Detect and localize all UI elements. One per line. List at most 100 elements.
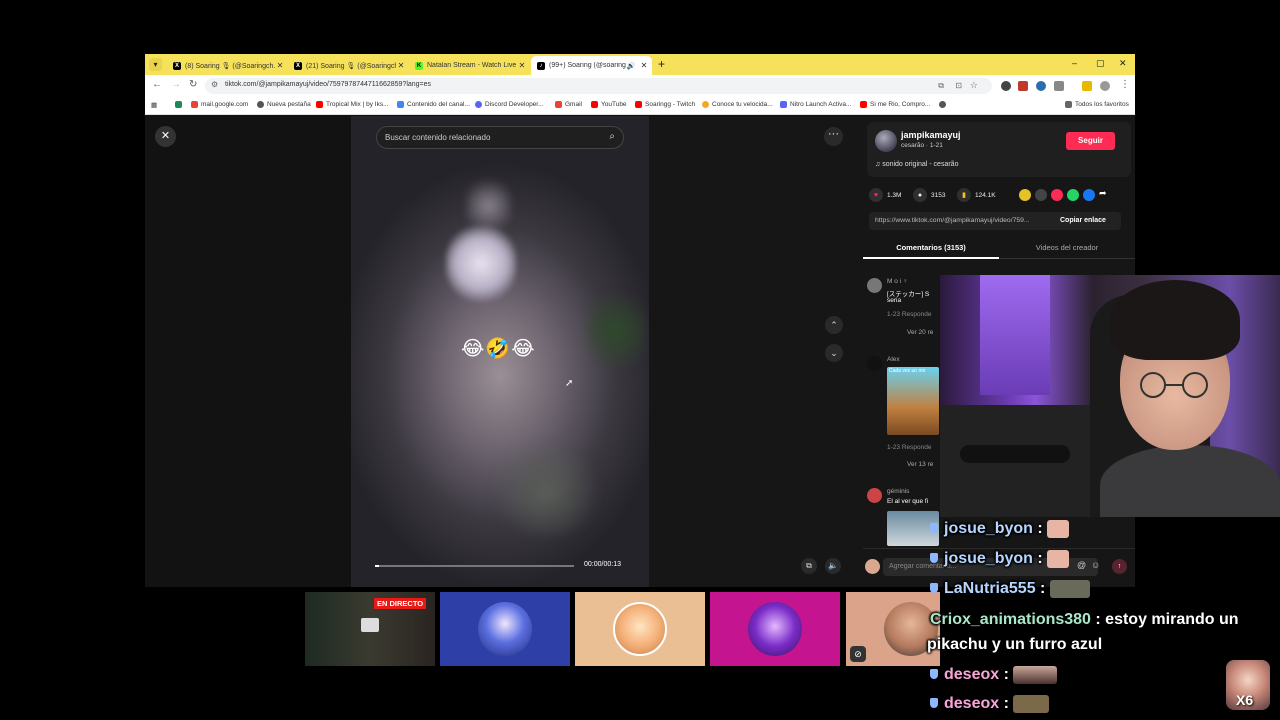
bookmark-item[interactable]: Soaringg - Twitch xyxy=(635,101,695,108)
bookmark-label: Si me Rio, Compro... xyxy=(870,101,931,108)
follow-button[interactable]: Seguir xyxy=(1066,132,1115,150)
bookmark-item[interactable]: YouTube xyxy=(591,101,627,108)
bookmark-icon: ▮ xyxy=(957,188,971,202)
comment-meta[interactable]: 1-23 Responde xyxy=(887,444,931,451)
floating-player-icon[interactable]: ⧉ xyxy=(801,558,817,574)
tab-creator-videos[interactable]: Videos del creador xyxy=(999,237,1135,259)
commenter-avatar[interactable] xyxy=(867,356,882,371)
comment-button[interactable]: ● 3153 xyxy=(913,188,945,202)
video-link: https://www.tiktok.com/@jampikamayuj/vid… xyxy=(875,217,1030,224)
comment-username[interactable]: Alex xyxy=(887,356,900,363)
mouse-cursor-icon: ➚ xyxy=(565,378,574,389)
browser-tab[interactable]: X (8) Soaring 🎙 (@Soaringch... ✕ xyxy=(167,56,288,75)
muted-icon[interactable]: ⊘ xyxy=(850,646,866,662)
extension-icon[interactable] xyxy=(1001,81,1011,91)
menu-dots-icon[interactable]: ⋮ xyxy=(1120,79,1130,90)
close-window-icon[interactable]: ✕ xyxy=(1119,58,1127,69)
maximize-icon[interactable]: ▢ xyxy=(1096,58,1105,69)
share-coin-icon[interactable] xyxy=(1019,189,1031,201)
bookmark-item[interactable]: mail.google.com xyxy=(191,101,248,108)
extension-icon[interactable] xyxy=(1036,81,1046,91)
video-progress-bar[interactable] xyxy=(375,565,574,567)
bookmark-item[interactable] xyxy=(175,101,185,108)
bookmark-label: Todos los favoritos xyxy=(1075,101,1129,108)
anime-character-avatar xyxy=(613,602,667,656)
bookmark-item[interactable]: Nueva pestaña xyxy=(257,101,311,108)
extension-icon[interactable] xyxy=(1082,81,1092,91)
embed-icon[interactable] xyxy=(1035,189,1047,201)
bookmark-item[interactable]: Tropical Mix | by Iks... xyxy=(316,101,389,108)
sound-link[interactable]: ♫ sonido original - cesarão xyxy=(875,161,958,168)
share-arrow-icon[interactable]: ➦ xyxy=(1099,188,1107,199)
minimize-icon[interactable]: – xyxy=(1072,58,1077,68)
reload-icon[interactable]: ↻ xyxy=(189,79,197,90)
close-tab-icon[interactable]: ✕ xyxy=(396,61,406,70)
commenter-avatar[interactable] xyxy=(867,278,882,293)
extension-icon[interactable] xyxy=(1018,81,1028,91)
view-replies-link[interactable]: Ver 20 re xyxy=(907,329,933,336)
bookmark-item[interactable]: Nitro Launch Activa... xyxy=(780,101,851,108)
close-tab-icon[interactable]: ✕ xyxy=(639,61,649,70)
bookmark-star-icon[interactable]: ☆ xyxy=(970,80,978,91)
install-icon[interactable]: ⊡ xyxy=(955,81,962,90)
whatsapp-icon[interactable] xyxy=(1067,189,1079,201)
translate-icon[interactable]: ⧉ xyxy=(938,81,944,91)
new-tab-button[interactable]: + xyxy=(658,57,665,71)
avatar-tile[interactable] xyxy=(710,592,840,666)
address-bar[interactable]: ⚙ tiktok.com/@jampikamayuj/video/7597978… xyxy=(205,78,992,94)
back-icon[interactable]: ← xyxy=(152,79,162,90)
comment-meta[interactable]: 1-23 Responde xyxy=(887,311,931,318)
view-replies-link[interactable]: Ver 13 re xyxy=(907,461,933,468)
avatar-tile[interactable] xyxy=(575,592,705,666)
save-button[interactable]: ▮ 124.1K xyxy=(957,188,996,202)
comment-username[interactable]: géminis xyxy=(887,488,909,495)
send-comment-button[interactable]: ↑ xyxy=(1112,559,1127,574)
avatar-tile[interactable] xyxy=(440,592,570,666)
browser-tab[interactable]: K Natalan Stream - Watch Live o... ✕ xyxy=(409,56,530,75)
chat-badge-icon xyxy=(930,523,938,534)
copy-link-button[interactable]: Copiar enlace xyxy=(1060,217,1106,224)
browser-tab-active[interactable]: ♪ (99+) Soaring (@soaring... 🔊 ✕ xyxy=(531,56,652,75)
commenter-avatar[interactable] xyxy=(867,488,882,503)
creator-avatar[interactable] xyxy=(875,130,897,152)
apps-grid-icon[interactable]: ▦ xyxy=(151,101,157,109)
forward-icon[interactable]: → xyxy=(171,79,181,90)
profile-avatar[interactable] xyxy=(1100,81,1110,91)
like-button[interactable]: ♥ 1.3M xyxy=(869,188,901,202)
bookmark-item[interactable]: Gmail xyxy=(555,101,582,108)
close-tab-icon[interactable]: ✕ xyxy=(275,61,285,70)
comment-username[interactable]: M o i ♀ xyxy=(887,278,908,285)
extensions-puzzle-icon[interactable] xyxy=(1054,81,1064,91)
browser-tab[interactable]: X (21) Soaring 🎙 (@Soaringch... ✕ xyxy=(288,56,409,75)
speaker-icon[interactable]: 🔊 xyxy=(626,62,636,70)
bookmark-item[interactable]: Si me Rio, Compro... xyxy=(860,101,930,108)
volume-icon[interactable]: 🔈 xyxy=(825,558,841,574)
site-info-icon[interactable]: ⚙ xyxy=(211,80,218,89)
next-video-icon[interactable]: ⌄ xyxy=(825,344,843,362)
more-options-icon[interactable]: ··· xyxy=(824,127,843,146)
video-player[interactable]: 😂🤣😂 xyxy=(351,116,649,587)
bookmark-item[interactable]: Discord Developer... xyxy=(475,101,544,108)
creator-name[interactable]: jampikamayuj xyxy=(901,130,961,140)
comment-sticker-image[interactable]: Cada ves un mo xyxy=(887,367,939,435)
previous-video-icon[interactable]: ⌃ xyxy=(825,316,843,334)
all-favorites-folder[interactable]: Todos los favoritos xyxy=(1065,101,1129,108)
related-search-input[interactable]: Buscar contenido relacionado ⌕ xyxy=(376,126,624,149)
avatar-tile[interactable]: ⊘ xyxy=(846,592,940,666)
search-icon[interactable]: ⌕ xyxy=(609,131,615,142)
close-tab-icon[interactable]: ✕ xyxy=(517,61,527,70)
close-video-button[interactable]: ✕ xyxy=(155,126,176,147)
bookmark-item[interactable]: Conoce tu velocida... xyxy=(702,101,773,108)
emoji-icon[interactable]: ☺ xyxy=(1091,560,1100,570)
globe-icon xyxy=(939,101,946,108)
tab-comments[interactable]: Comentarios (3153) xyxy=(863,237,999,259)
panel-tabs: Comentarios (3153) Videos del creador xyxy=(863,237,1135,259)
bookmark-item[interactable] xyxy=(939,101,949,108)
mention-icon[interactable]: @ xyxy=(1077,560,1086,570)
tab-search-button[interactable]: ▾ xyxy=(149,58,162,71)
send-friend-icon[interactable] xyxy=(1051,189,1063,201)
facebook-icon[interactable] xyxy=(1083,189,1095,201)
video-caption-emoji: 😂🤣😂 xyxy=(461,338,536,360)
bookmark-item[interactable]: Contenido del canal... xyxy=(397,101,470,108)
chat-separator: : xyxy=(1090,611,1101,628)
